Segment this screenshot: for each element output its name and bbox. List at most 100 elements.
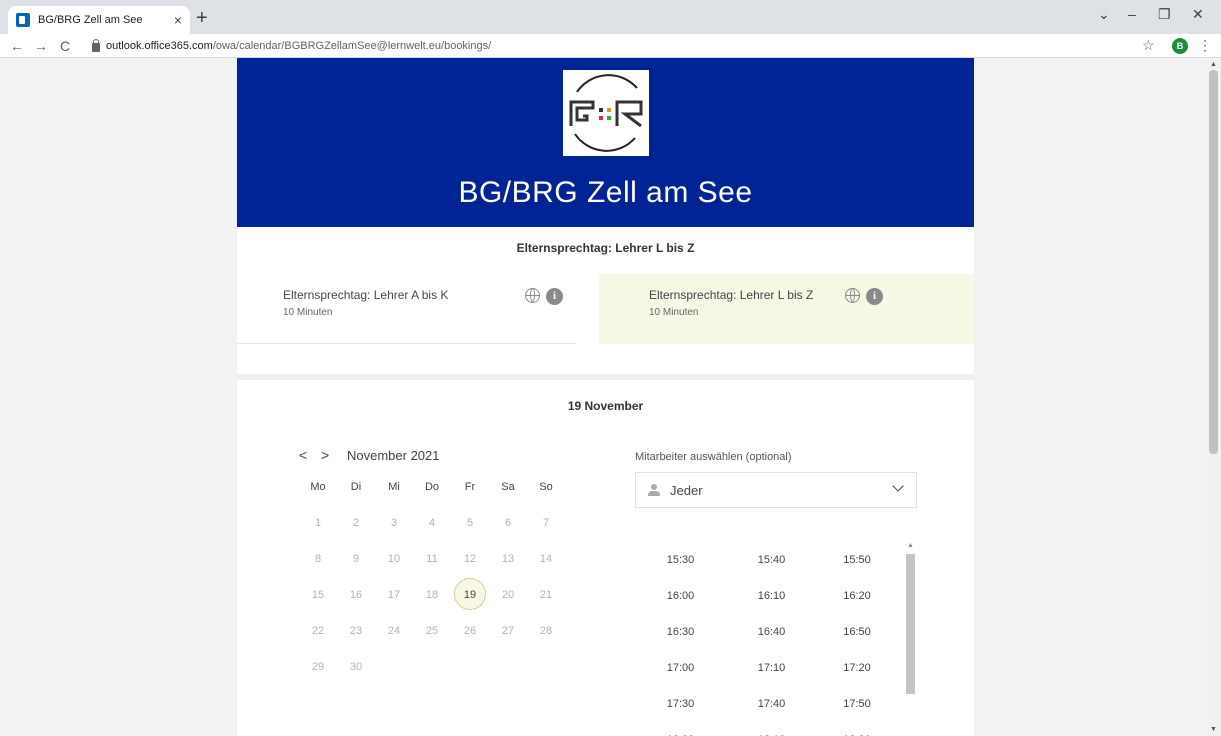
time-slot[interactable]: 16:20 — [817, 578, 897, 614]
reload-button[interactable]: C — [58, 38, 72, 54]
calendar-day[interactable]: 3 — [375, 516, 413, 552]
calendar-day[interactable]: 26 — [451, 624, 489, 660]
tab-title: BG/BRG Zell am See — [38, 14, 143, 26]
calendar-day[interactable]: 27 — [489, 624, 527, 660]
time-slot[interactable]: 16:10 — [726, 578, 817, 614]
next-month-button[interactable]: > — [321, 447, 343, 463]
day-number: 17 — [387, 589, 401, 601]
calendar-day[interactable]: 4 — [413, 516, 451, 552]
calendar-day[interactable]: 14 — [527, 552, 565, 588]
calendar-day[interactable]: 7 — [527, 516, 565, 552]
calendar-day[interactable]: 15 — [299, 588, 337, 624]
selected-date-heading: 19 November — [567, 399, 644, 413]
calendar-day-selected[interactable]: 19 — [451, 578, 489, 624]
day-number: 23 — [349, 625, 363, 637]
close-window-button[interactable]: ✕ — [1192, 6, 1204, 23]
time-slot[interactable]: 18:00 — [635, 722, 726, 736]
calendar-day[interactable]: 17 — [375, 588, 413, 624]
calendar-day[interactable]: 24 — [375, 624, 413, 660]
time-slot[interactable]: 17:50 — [817, 686, 897, 722]
globe-icon — [845, 288, 860, 303]
selected-service-heading: Elternsprechtag: Lehrer L bis Z — [516, 241, 695, 255]
school-logo — [563, 70, 649, 156]
tab-close-icon[interactable]: × — [174, 12, 182, 28]
prev-month-button[interactable]: < — [299, 447, 321, 463]
calendar-day[interactable]: 20 — [489, 588, 527, 624]
slot-scroll-thumb[interactable] — [906, 554, 915, 694]
page-scrollbar[interactable]: ▲ ▼ — [1206, 58, 1221, 736]
calendar-day[interactable]: 18 — [413, 588, 451, 624]
booking-card: BG/BRG Zell am See Elternsprechtag: Lehr… — [237, 58, 974, 736]
bookmark-star-icon[interactable]: ☆ — [1142, 37, 1155, 54]
globe-icon — [525, 288, 540, 303]
day-number: 1 — [314, 517, 322, 529]
time-slot[interactable]: 15:40 — [726, 542, 817, 578]
address-bar: ← → C outlook.office365.com/owa/calendar… — [0, 34, 1221, 58]
tab-search-icon[interactable]: ⌄ — [1098, 6, 1110, 23]
time-slot[interactable]: 16:40 — [726, 614, 817, 650]
calendar-day[interactable]: 8 — [299, 552, 337, 588]
day-number: 14 — [539, 553, 553, 565]
day-number: 18 — [425, 589, 439, 601]
calendar-day[interactable]: 9 — [337, 552, 375, 588]
calendar-day[interactable]: 23 — [337, 624, 375, 660]
month-label: November 2021 — [347, 447, 440, 463]
calendar-day[interactable]: 1 — [299, 516, 337, 552]
day-number: 29 — [311, 661, 325, 673]
time-slot[interactable]: 16:30 — [635, 614, 726, 650]
browser-tab-bar: BG/BRG Zell am See × + ⌄ – ❐ ✕ — [0, 0, 1221, 34]
calendar-day[interactable]: 28 — [527, 624, 565, 660]
time-slot[interactable]: 17:30 — [635, 686, 726, 722]
time-slot[interactable]: 18:20 — [817, 722, 897, 736]
slot-scrollbar[interactable]: ▲ — [905, 542, 917, 736]
day-number: 26 — [463, 625, 477, 637]
calendar-day[interactable]: 2 — [337, 516, 375, 552]
new-tab-button[interactable]: + — [196, 8, 208, 28]
url-path: /owa/calendar/BGBRGZellamSee@lernwelt.eu… — [212, 40, 492, 52]
time-slot[interactable]: 17:20 — [817, 650, 897, 686]
restore-button[interactable]: ❐ — [1158, 6, 1171, 23]
scroll-down-icon[interactable]: ▼ — [1210, 726, 1217, 733]
info-icon[interactable]: i — [546, 288, 563, 305]
back-button[interactable]: ← — [10, 38, 24, 54]
time-slot[interactable]: 15:30 — [635, 542, 726, 578]
browser-menu-icon[interactable]: ⋮ — [1198, 37, 1212, 54]
calendar-day[interactable]: 11 — [413, 552, 451, 588]
service-item-a-k[interactable]: Elternsprechtag: Lehrer A bis K 10 Minut… — [237, 274, 576, 344]
minimize-button[interactable]: – — [1128, 6, 1136, 22]
url-host: outlook.office365.com — [106, 40, 213, 52]
calendar-day[interactable]: 5 — [451, 516, 489, 552]
calendar-day[interactable]: 25 — [413, 624, 451, 660]
url-field[interactable]: outlook.office365.com/owa/calendar/BGBRG… — [92, 37, 491, 55]
weekday-label: Mo — [310, 481, 326, 493]
day-number: 10 — [387, 553, 401, 565]
calendar-day[interactable]: 13 — [489, 552, 527, 588]
calendar-day[interactable]: 21 — [527, 588, 565, 624]
time-slot[interactable]: 17:40 — [726, 686, 817, 722]
info-icon[interactable]: i — [866, 288, 883, 305]
calendar-day[interactable]: 10 — [375, 552, 413, 588]
scroll-up-icon[interactable]: ▲ — [907, 542, 914, 549]
time-slot[interactable]: 16:50 — [817, 614, 897, 650]
time-slot[interactable]: 17:00 — [635, 650, 726, 686]
calendar-day[interactable]: 16 — [337, 588, 375, 624]
scroll-up-icon[interactable]: ▲ — [1210, 61, 1217, 68]
day-number: 15 — [311, 589, 325, 601]
day-number: 9 — [352, 553, 360, 565]
service-item-l-z[interactable]: Elternsprechtag: Lehrer L bis Z 10 Minut… — [599, 274, 974, 344]
staff-dropdown[interactable]: Jeder — [635, 472, 917, 508]
calendar-day[interactable]: 29 — [299, 660, 337, 696]
time-slot[interactable]: 17:10 — [726, 650, 817, 686]
forward-button[interactable]: → — [34, 38, 48, 54]
time-slot[interactable]: 18:10 — [726, 722, 817, 736]
time-slot[interactable]: 16:00 — [635, 578, 726, 614]
day-number: 25 — [425, 625, 439, 637]
calendar-day[interactable]: 6 — [489, 516, 527, 552]
time-slot[interactable]: 15:50 — [817, 542, 897, 578]
profile-avatar[interactable]: B — [1172, 38, 1188, 54]
page-scroll-thumb[interactable] — [1209, 70, 1218, 454]
calendar-day[interactable]: 30 — [337, 660, 375, 696]
calendar-day[interactable]: 22 — [299, 624, 337, 660]
brand-title: BG/BRG Zell am See — [458, 176, 753, 209]
browser-tab[interactable]: BG/BRG Zell am See × — [8, 6, 190, 34]
